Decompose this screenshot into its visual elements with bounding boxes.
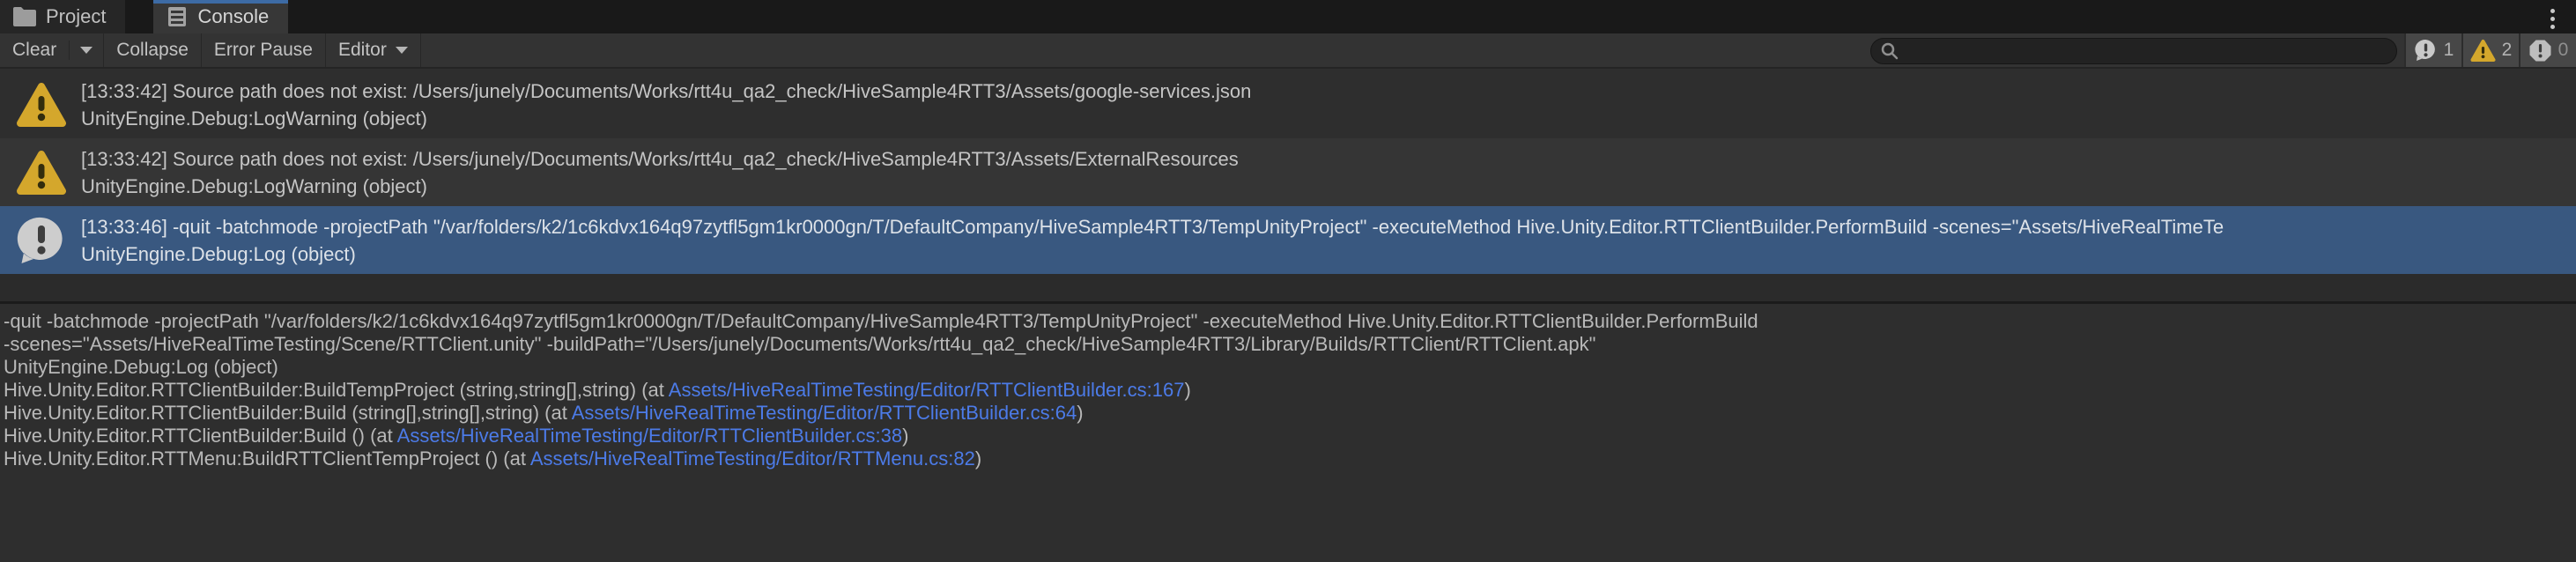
log-entry-text: [13:33:42] Source path does not exist: /… <box>81 78 1251 132</box>
warning-count-toggle[interactable]: 2 <box>2461 33 2519 67</box>
error-octagon-icon <box>2528 39 2552 63</box>
log-entry-text: [13:33:46] -quit -batchmode -projectPath… <box>81 213 2224 268</box>
source-file-link[interactable]: Assets/HiveRealTimeTesting/Editor/RTTCli… <box>669 379 1185 401</box>
detail-command-line: -scenes="Assets/HiveRealTimeTesting/Scen… <box>4 333 2572 356</box>
tab-project-label: Project <box>46 5 106 28</box>
stack-frame: Hive.Unity.Editor.RTTClientBuilder:Build… <box>4 425 2572 447</box>
log-list-empty-area <box>0 274 2576 301</box>
log-count-badges: 1 2 0 <box>2404 33 2576 67</box>
folder-icon <box>12 6 37 27</box>
search-icon <box>1880 41 1899 61</box>
warning-triangle-icon <box>16 79 67 130</box>
detail-command-line: -quit -batchmode -projectPath "/var/fold… <box>4 310 2572 333</box>
console-icon <box>166 5 189 28</box>
log-detail-pane[interactable]: -quit -batchmode -projectPath "/var/fold… <box>0 304 2576 562</box>
unity-console-window: Project Console Clear Collapse Error Pau… <box>0 0 2576 562</box>
source-file-link[interactable]: Assets/HiveRealTimeTesting/Editor/RTTMen… <box>530 447 975 470</box>
console-toolbar: Clear Collapse Error Pause Editor 1 <box>0 33 2576 69</box>
info-bubble-icon <box>16 215 67 266</box>
source-file-link[interactable]: Assets/HiveRealTimeTesting/Editor/RTTCli… <box>397 425 902 447</box>
window-menu-kebab-icon[interactable] <box>2541 5 2564 32</box>
clear-dropdown-button[interactable] <box>70 33 103 67</box>
info-bubble-icon <box>2414 39 2438 63</box>
stack-frame: Hive.Unity.Editor.RTTClientBuilder:Build… <box>4 402 2572 425</box>
source-file-link[interactable]: Assets/HiveRealTimeTesting/Editor/RTTCli… <box>572 402 1077 424</box>
chevron-down-icon <box>80 47 93 54</box>
tab-console-label: Console <box>197 5 269 28</box>
info-count: 1 <box>2444 40 2454 61</box>
log-source: UnityEngine.Debug:Log (object) <box>81 240 2224 268</box>
editor-dropdown-button[interactable]: Editor <box>326 33 420 67</box>
tab-strip: Project Console <box>0 0 2576 33</box>
chevron-down-icon <box>396 47 408 54</box>
tab-project[interactable]: Project <box>0 0 125 33</box>
search-input[interactable] <box>1906 41 2382 62</box>
error-count-toggle[interactable]: 0 <box>2519 33 2576 67</box>
log-source: UnityEngine.Debug:LogWarning (object) <box>81 105 1251 132</box>
log-entry-selected[interactable]: [13:33:46] -quit -batchmode -projectPath… <box>0 206 2576 274</box>
warning-count: 2 <box>2502 40 2513 61</box>
error-count: 0 <box>2558 40 2569 61</box>
log-entry-text: [13:33:42] Source path does not exist: /… <box>81 145 1239 200</box>
log-message: [13:33:46] -quit -batchmode -projectPath… <box>81 213 2224 240</box>
collapse-toggle[interactable]: Collapse <box>104 33 201 67</box>
clear-button[interactable]: Clear <box>0 33 69 67</box>
log-entry-warning-1[interactable]: [13:33:42] Source path does not exist: /… <box>0 70 2576 138</box>
log-message: [13:33:42] Source path does not exist: /… <box>81 145 1239 173</box>
warning-triangle-icon <box>16 147 67 198</box>
detail-log-source: UnityEngine.Debug:Log (object) <box>4 356 2572 379</box>
log-message: [13:33:42] Source path does not exist: /… <box>81 78 1251 105</box>
error-pause-toggle[interactable]: Error Pause <box>202 33 325 67</box>
log-source: UnityEngine.Debug:LogWarning (object) <box>81 173 1239 200</box>
stack-frame: Hive.Unity.Editor.RTTClientBuilder:Build… <box>4 379 2572 402</box>
info-count-toggle[interactable]: 1 <box>2404 33 2461 67</box>
log-entry-warning-2[interactable]: [13:33:42] Source path does not exist: /… <box>0 138 2576 206</box>
stack-frame: Hive.Unity.Editor.RTTMenu:BuildRTTClient… <box>4 447 2572 470</box>
tab-console[interactable]: Console <box>153 0 288 33</box>
search-field[interactable] <box>1870 38 2397 64</box>
warning-triangle-icon <box>2470 39 2496 63</box>
log-list: [13:33:42] Source path does not exist: /… <box>0 70 2576 274</box>
